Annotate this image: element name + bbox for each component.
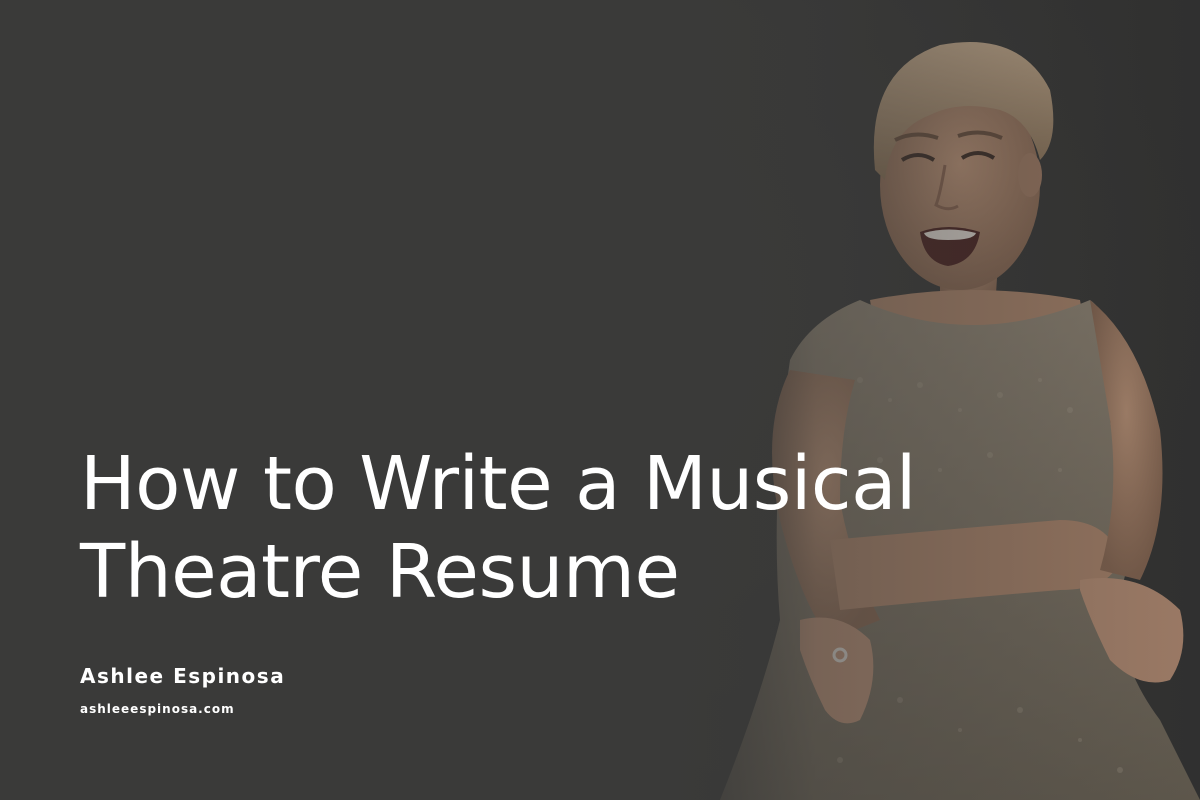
page-title: How to Write a Musical Theatre Resume	[80, 440, 1080, 616]
title-line-1: How to Write a Musical	[80, 441, 917, 527]
website-url: ashleeespinosa.com	[80, 702, 235, 716]
portrait-photo	[640, 0, 1200, 800]
author-name: Ashlee Espinosa	[80, 664, 286, 688]
hero-banner: How to Write a Musical Theatre Resume As…	[0, 0, 1200, 800]
title-line-2: Theatre Resume	[80, 529, 680, 615]
